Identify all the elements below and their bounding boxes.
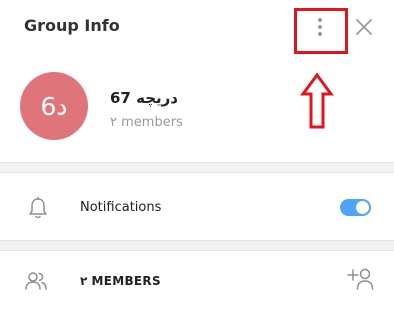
notifications-toggle[interactable] [340,199,371,216]
section-divider [0,240,394,251]
avatar-initials: د6 [40,91,68,121]
annotation-arrow-icon [300,72,334,129]
group-info-panel: Group Info د6 دریچه 67 ۲ members Notific… [0,0,394,310]
close-icon [356,19,372,35]
group-name: دریچه 67 [110,89,178,107]
members-icon [25,272,47,290]
notifications-row[interactable]: Notifications [0,175,394,239]
bell-icon [29,196,47,219]
annotation-highlight-box [294,8,348,54]
member-count: ۲ members [110,115,183,130]
members-row: ۲ MEMBERS [0,252,394,310]
add-member-button[interactable] [347,266,375,292]
add-member-icon [347,268,374,290]
section-divider [0,162,394,173]
notifications-label: Notifications [80,200,162,215]
close-button[interactable] [354,17,374,37]
toggle-knob [356,201,369,214]
members-section-label: ۲ MEMBERS [80,274,161,288]
panel-title: Group Info [24,16,120,35]
group-avatar[interactable]: د6 [20,72,88,140]
